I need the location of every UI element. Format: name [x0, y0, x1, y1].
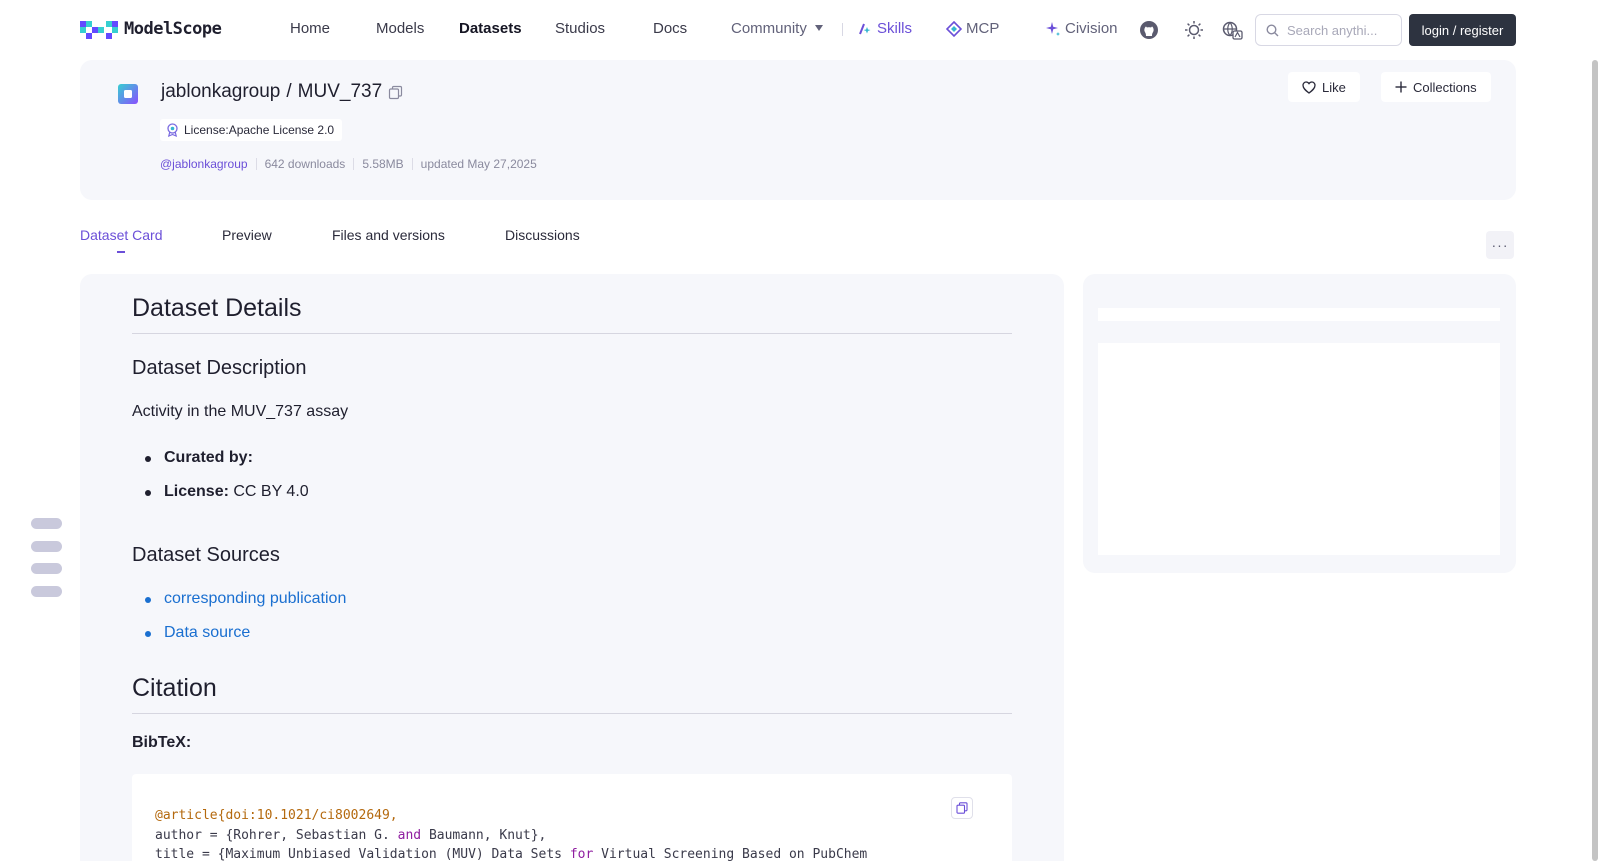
license-badge-icon — [167, 123, 178, 137]
dataset-card-content: Dataset Details Dataset Description Acti… — [80, 274, 1064, 861]
owner-link[interactable]: @jablonkagroup — [160, 157, 248, 171]
modelscope-logo[interactable]: ModelScope — [80, 18, 222, 40]
nav-mcp-label: MCP — [966, 20, 1000, 37]
page-scrollbar[interactable] — [1592, 60, 1598, 861]
ellipsis-icon: ··· — [1491, 237, 1509, 253]
list-item-curated: Curated by: — [145, 449, 253, 467]
sidebar-panel — [1083, 274, 1516, 573]
plus-icon — [1395, 81, 1407, 93]
collections-label: Collections — [1413, 79, 1477, 95]
code-keyword: for — [569, 847, 594, 861]
logo-text: ModelScope — [124, 19, 222, 39]
nav-mcp[interactable]: MCP — [946, 20, 999, 37]
code-line-2a: author = {Rohrer, Sebastian G. — [155, 827, 398, 843]
toc-toggle-bar[interactable] — [31, 563, 62, 574]
heading-citation: Citation — [132, 674, 1012, 714]
nav-community[interactable]: Community — [731, 20, 823, 37]
search-icon — [1266, 23, 1279, 36]
active-tab-indicator — [117, 251, 125, 253]
caret-down-icon — [814, 25, 823, 32]
scrollbar-thumb[interactable] — [1592, 60, 1598, 861]
heading-dataset-description: Dataset Description — [132, 357, 307, 379]
github-icon[interactable] — [1138, 19, 1160, 41]
data-source-link[interactable]: Data source — [164, 624, 250, 641]
publication-link[interactable]: corresponding publication — [164, 590, 346, 607]
dataset-name: MUV_737 — [297, 81, 383, 102]
heading-dataset-sources: Dataset Sources — [132, 544, 280, 566]
meta-divider — [411, 158, 413, 170]
download-count: 642 downloads — [264, 157, 346, 171]
title-separator: / — [286, 81, 292, 102]
skills-icon — [859, 23, 871, 34]
dataset-meta: @jablonkagroup 642 downloads 5.58MB upda… — [160, 157, 537, 171]
code-line-3b: Virtual Screening Based on PubChem — [593, 847, 868, 861]
bibtex-code: @article{doi:10.1021/ci8002649, author =… — [155, 806, 867, 861]
theme-toggle-icon[interactable] — [1183, 19, 1205, 41]
tab-dataset-card[interactable]: Dataset Card — [80, 227, 162, 243]
toc-toggle-bar[interactable] — [31, 586, 62, 597]
code-line-1: @article{doi:10.1021/ci8002649, — [155, 808, 398, 823]
tab-preview[interactable]: Preview — [222, 227, 272, 243]
tab-files-and-versions[interactable]: Files and versions — [332, 227, 445, 243]
dataset-owner[interactable]: jablonkagroup — [161, 81, 280, 103]
list-item-license: License: CC BY 4.0 — [145, 483, 309, 501]
tab-discussions[interactable]: Discussions — [505, 227, 580, 243]
license-text: License:Apache License 2.0 — [184, 123, 335, 137]
nav-datasets[interactable]: Datasets — [459, 20, 522, 37]
copy-icon — [956, 802, 968, 814]
dataset-title: jablonkagroup / MUV_737 — [161, 81, 403, 103]
heading-dataset-details: Dataset Details — [132, 294, 1012, 334]
copy-code-button[interactable] — [951, 797, 973, 819]
bibtex-label: BibTeX: — [132, 734, 192, 751]
like-label: Like — [1322, 79, 1346, 95]
code-keyword: and — [397, 827, 422, 843]
toc-toggle-bar[interactable] — [31, 541, 62, 552]
nav-civision[interactable]: Civision — [1045, 20, 1118, 37]
search-input[interactable] — [1287, 22, 1387, 38]
sparkle-icon — [1046, 21, 1060, 36]
like-button[interactable]: Like — [1288, 72, 1360, 102]
dataset-header: jablonkagroup / MUV_737 License:Apache L… — [80, 60, 1516, 200]
license-value: CC BY 4.0 — [228, 483, 309, 500]
curated-label: Curated by: — [164, 449, 253, 466]
nav-skills[interactable]: Skills — [857, 20, 912, 37]
updated-date: updated May 27,2025 — [420, 157, 537, 171]
search-box[interactable] — [1255, 14, 1402, 46]
meta-divider — [353, 158, 355, 170]
nav-docs[interactable]: Docs — [653, 20, 687, 37]
login-register-button[interactable]: login / register — [1409, 14, 1516, 46]
sidebar-placeholder-bar — [1098, 308, 1500, 321]
nav-skills-label: Skills — [877, 20, 913, 37]
nav-studios[interactable]: Studios — [555, 20, 605, 37]
mcp-icon — [946, 20, 962, 37]
dataset-avatar — [118, 84, 138, 104]
bibtex-code-block: @article{doi:10.1021/ci8002649, author =… — [132, 774, 1012, 861]
license-label: License: — [164, 483, 229, 500]
description-text: Activity in the MUV_737 assay — [132, 403, 349, 420]
top-navigation: ModelScope Home Models Datasets Studios … — [0, 0, 1600, 60]
meta-divider — [255, 158, 257, 170]
nav-divider — [842, 23, 843, 36]
heart-icon — [1302, 80, 1316, 94]
more-options-button[interactable]: ··· — [1486, 231, 1514, 259]
license-tag: License:Apache License 2.0 — [160, 119, 343, 141]
nav-civision-label: Civision — [1065, 20, 1118, 37]
code-line-3a: title = {Maximum Unbiased Validation (MU… — [155, 847, 570, 861]
collections-button[interactable]: Collections — [1381, 72, 1491, 102]
sidebar-placeholder-box — [1098, 343, 1500, 555]
copy-name-icon[interactable] — [388, 85, 403, 100]
nav-models[interactable]: Models — [376, 20, 424, 37]
list-item-source: corresponding publication — [144, 590, 346, 608]
modelscope-logo-icon — [80, 21, 118, 39]
list-item-source: Data source — [144, 624, 250, 642]
dataset-size: 5.58MB — [362, 157, 404, 171]
toc-toggle-bar[interactable] — [31, 518, 62, 529]
language-icon[interactable] — [1221, 19, 1243, 41]
code-line-2b: Baumann, Knut}, — [421, 827, 547, 843]
nav-community-label: Community — [731, 20, 807, 37]
nav-home[interactable]: Home — [290, 20, 330, 37]
